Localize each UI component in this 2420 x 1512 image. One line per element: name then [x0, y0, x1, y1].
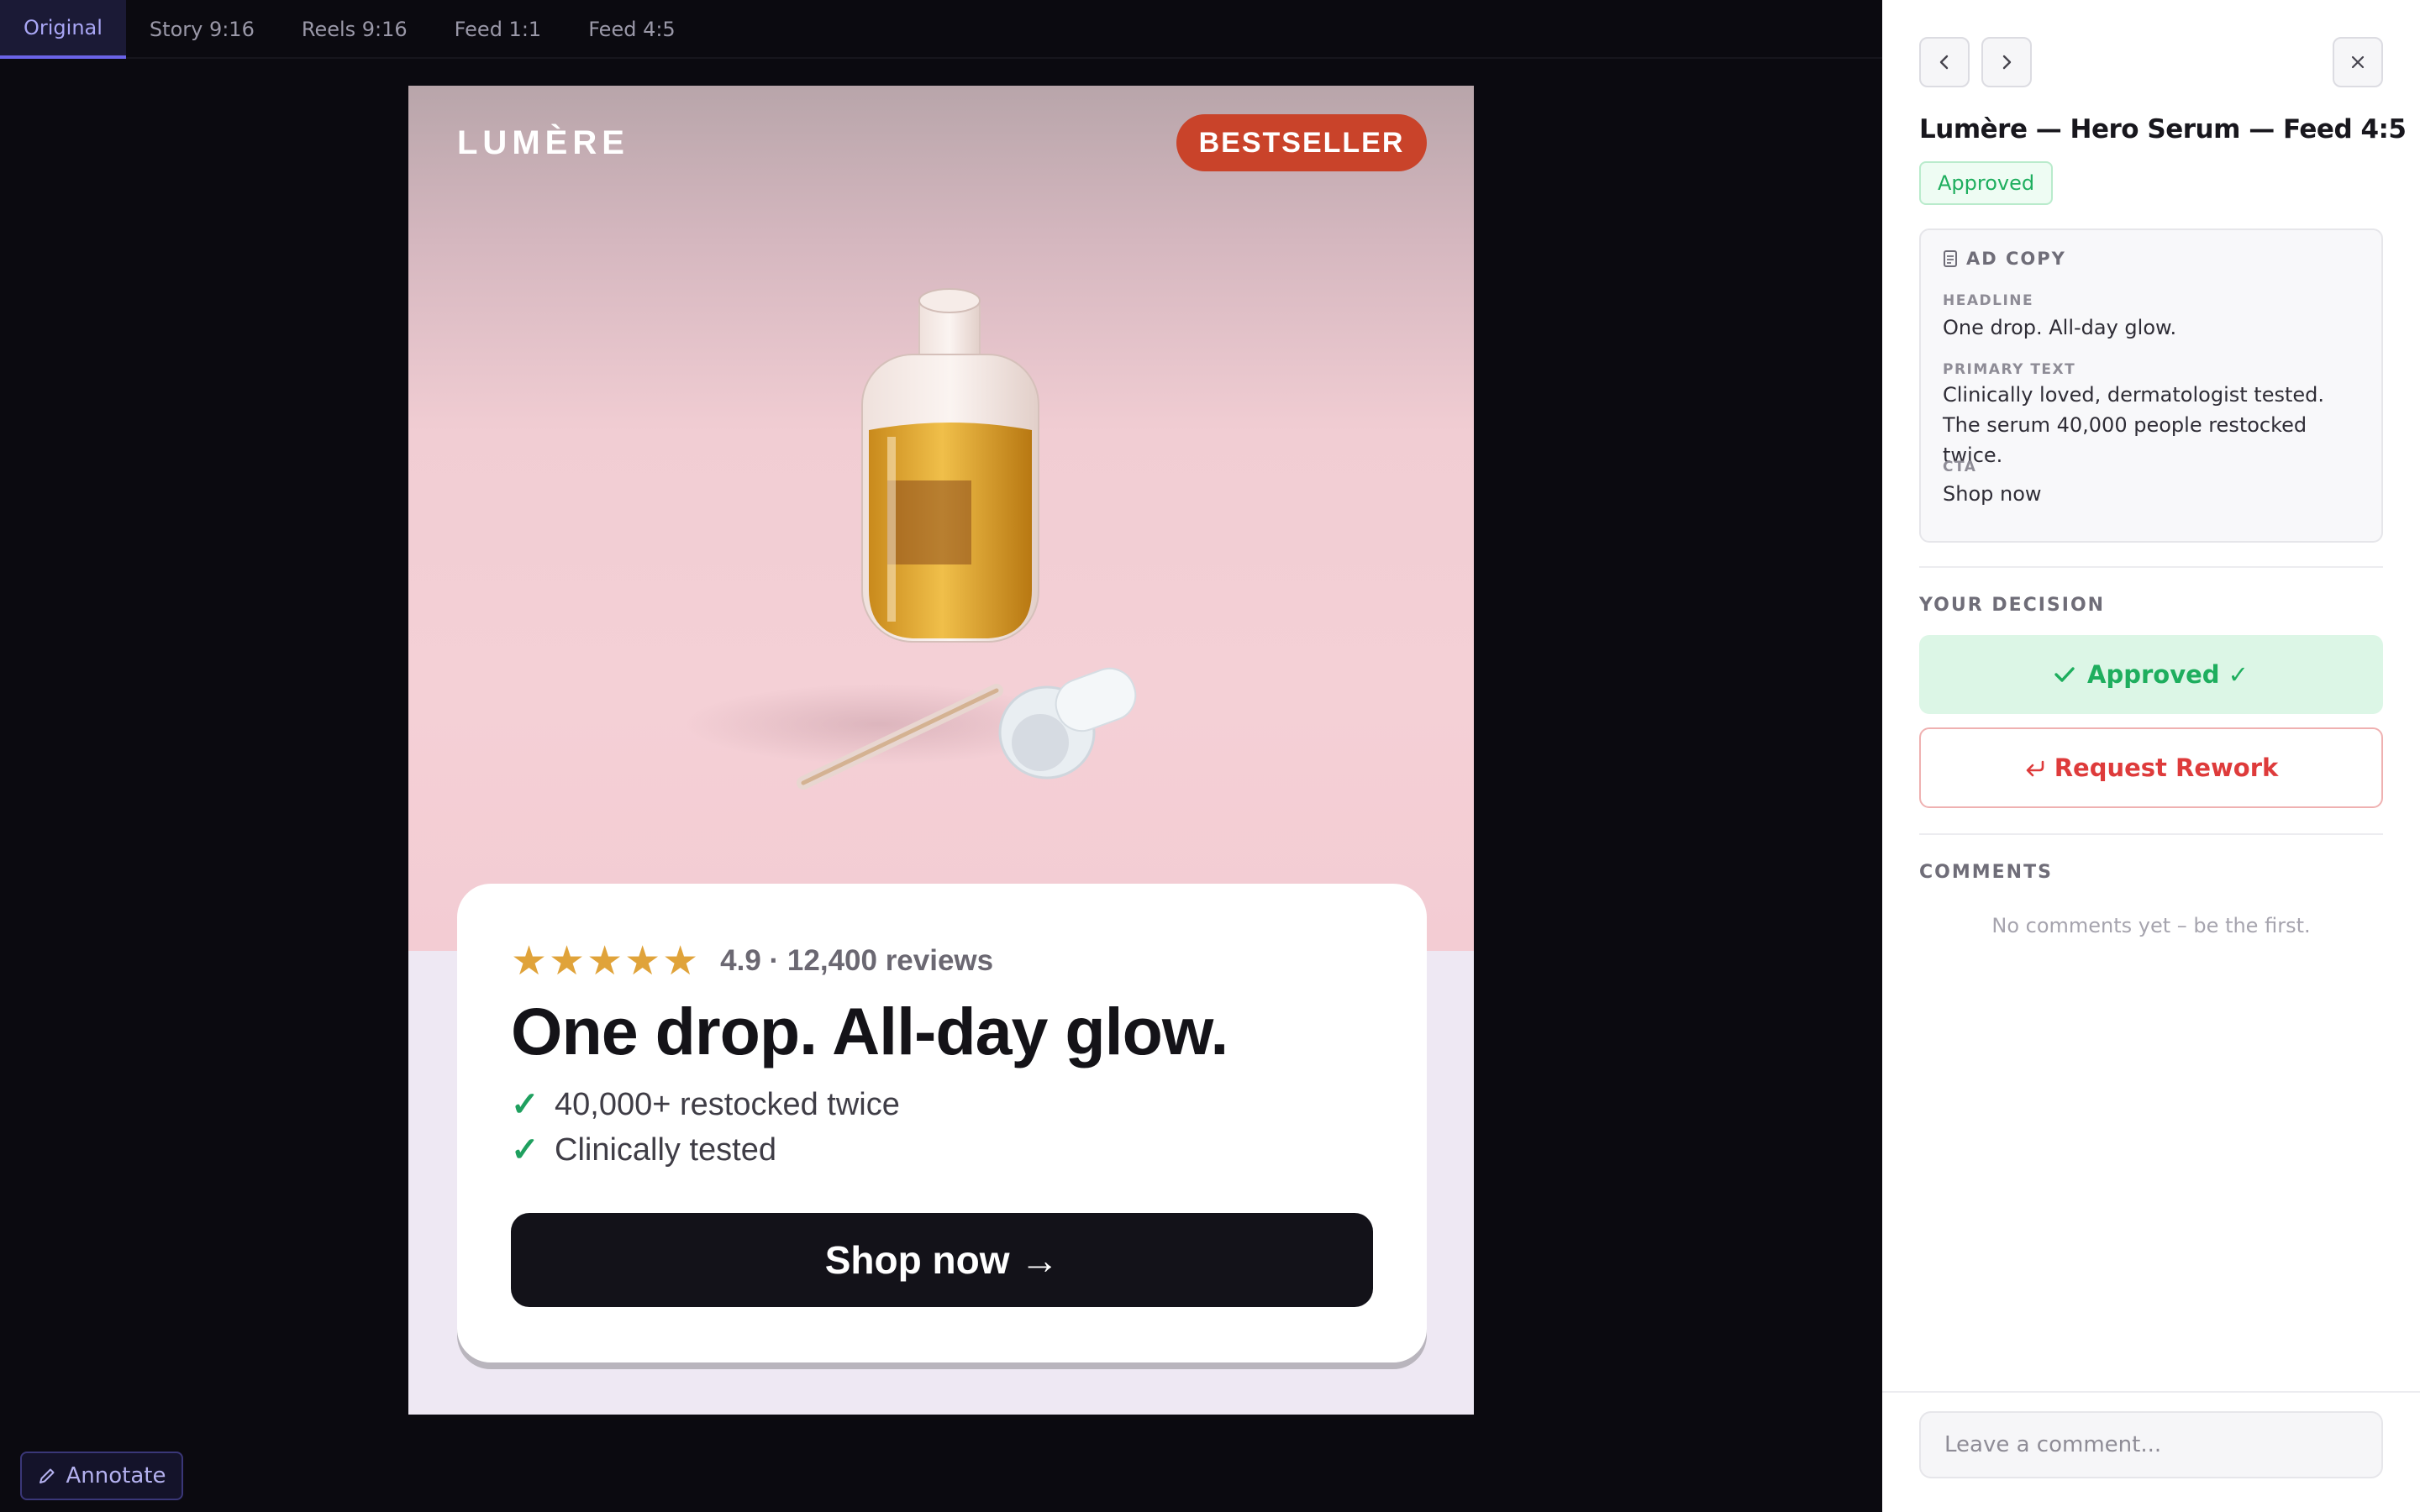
divider	[1919, 833, 2383, 835]
next-button[interactable]	[1981, 37, 2032, 87]
bestseller-badge: BESTSELLER	[1176, 114, 1427, 171]
divider	[1919, 566, 2383, 568]
approve-button[interactable]: Approved ✓	[1919, 635, 2383, 714]
ad-info-card: ★★★★★ 4.9 · 12,400 reviews One drop. All…	[457, 884, 1427, 1362]
check-icon	[2054, 667, 2075, 682]
close-button[interactable]	[2333, 37, 2383, 87]
primary-text-label: PRIMARY TEXT	[1943, 361, 2076, 378]
headline-label: HEADLINE	[1943, 292, 2034, 309]
tab-story-9-16[interactable]: Story 9:16	[126, 0, 278, 59]
chevron-left-icon	[1939, 55, 1949, 70]
review-panel: Lumère — Hero Serum — Feed 4:5 Approved …	[1882, 0, 2420, 1512]
benefit-text: Clinically tested	[555, 1131, 776, 1168]
headline-value: One drop. All-day glow.	[1943, 316, 2177, 339]
decision-label: YOUR DECISION	[1919, 595, 2106, 616]
empty-comments-text: No comments yet – be the first.	[1991, 914, 2311, 937]
chevron-right-icon	[2002, 55, 2012, 70]
serum-bottle-image	[686, 288, 1137, 790]
ad-headline: One drop. All-day glow.	[511, 994, 1228, 1068]
rating-row: ★★★★★ 4.9 · 12,400 reviews	[511, 937, 993, 984]
ad-copy-heading-text: AD COPY	[1966, 249, 2066, 269]
format-tabs: Original Story 9:16 Reels 9:16 Feed 1:1 …	[0, 0, 1882, 59]
tab-feed-4-5[interactable]: Feed 4:5	[565, 0, 699, 59]
primary-text-value: Clinically loved, dermatologist tested. …	[1943, 383, 2324, 467]
rating-text: 4.9 · 12,400 reviews	[720, 944, 994, 977]
rework-label: Request Rework	[2054, 753, 2279, 782]
document-icon	[1944, 250, 1957, 267]
comments-label: COMMENTS	[1919, 862, 2053, 883]
cta-label: CTA	[1943, 459, 1977, 475]
previous-button[interactable]	[1919, 37, 1970, 87]
tab-original[interactable]: Original	[0, 0, 126, 59]
check-icon: ✓	[511, 1086, 539, 1123]
annotate-label: Annotate	[66, 1463, 166, 1488]
cta-value: Shop now	[1943, 482, 2042, 506]
ad-creative: LUMÈRE BESTSELLER ★★★★★ 4.9 · 12,400 rev…	[408, 86, 1474, 1415]
pencil-icon	[39, 1468, 55, 1483]
request-rework-button[interactable]: Request Rework	[1919, 727, 2383, 808]
return-arrow-icon	[2026, 760, 2044, 777]
star-rating-icon: ★★★★★	[511, 939, 701, 984]
tab-reels-9-16[interactable]: Reels 9:16	[278, 0, 431, 59]
comment-input[interactable]	[1919, 1411, 2383, 1478]
benefit-list: ✓ 40,000+ restocked twice ✓ Clinically t…	[511, 1082, 900, 1173]
approve-label: Approved ✓	[2087, 660, 2249, 689]
ad-copy-heading: AD COPY	[1943, 249, 2066, 269]
product-photo: LUMÈRE BESTSELLER	[408, 86, 1474, 951]
ad-copy-box: AD COPY HEADLINE One drop. All-day glow.…	[1919, 228, 2383, 543]
close-icon	[2351, 55, 2365, 69]
benefit-text: 40,000+ restocked twice	[555, 1086, 900, 1122]
status-badge: Approved	[1919, 161, 2054, 205]
benefit-item: ✓ Clinically tested	[511, 1127, 900, 1173]
brand-logo: LUMÈRE	[457, 124, 629, 161]
preview-viewer: Original Story 9:16 Reels 9:16 Feed 1:1 …	[0, 0, 1882, 1512]
tab-feed-1-1[interactable]: Feed 1:1	[431, 0, 566, 59]
panel-title: Lumère — Hero Serum — Feed 4:5	[1919, 114, 2407, 144]
comment-composer	[1882, 1391, 2420, 1512]
shop-now-cta: Shop now →	[511, 1213, 1373, 1307]
check-icon: ✓	[511, 1131, 539, 1168]
annotate-button[interactable]: Annotate	[20, 1452, 183, 1500]
benefit-item: ✓ 40,000+ restocked twice	[511, 1082, 900, 1127]
